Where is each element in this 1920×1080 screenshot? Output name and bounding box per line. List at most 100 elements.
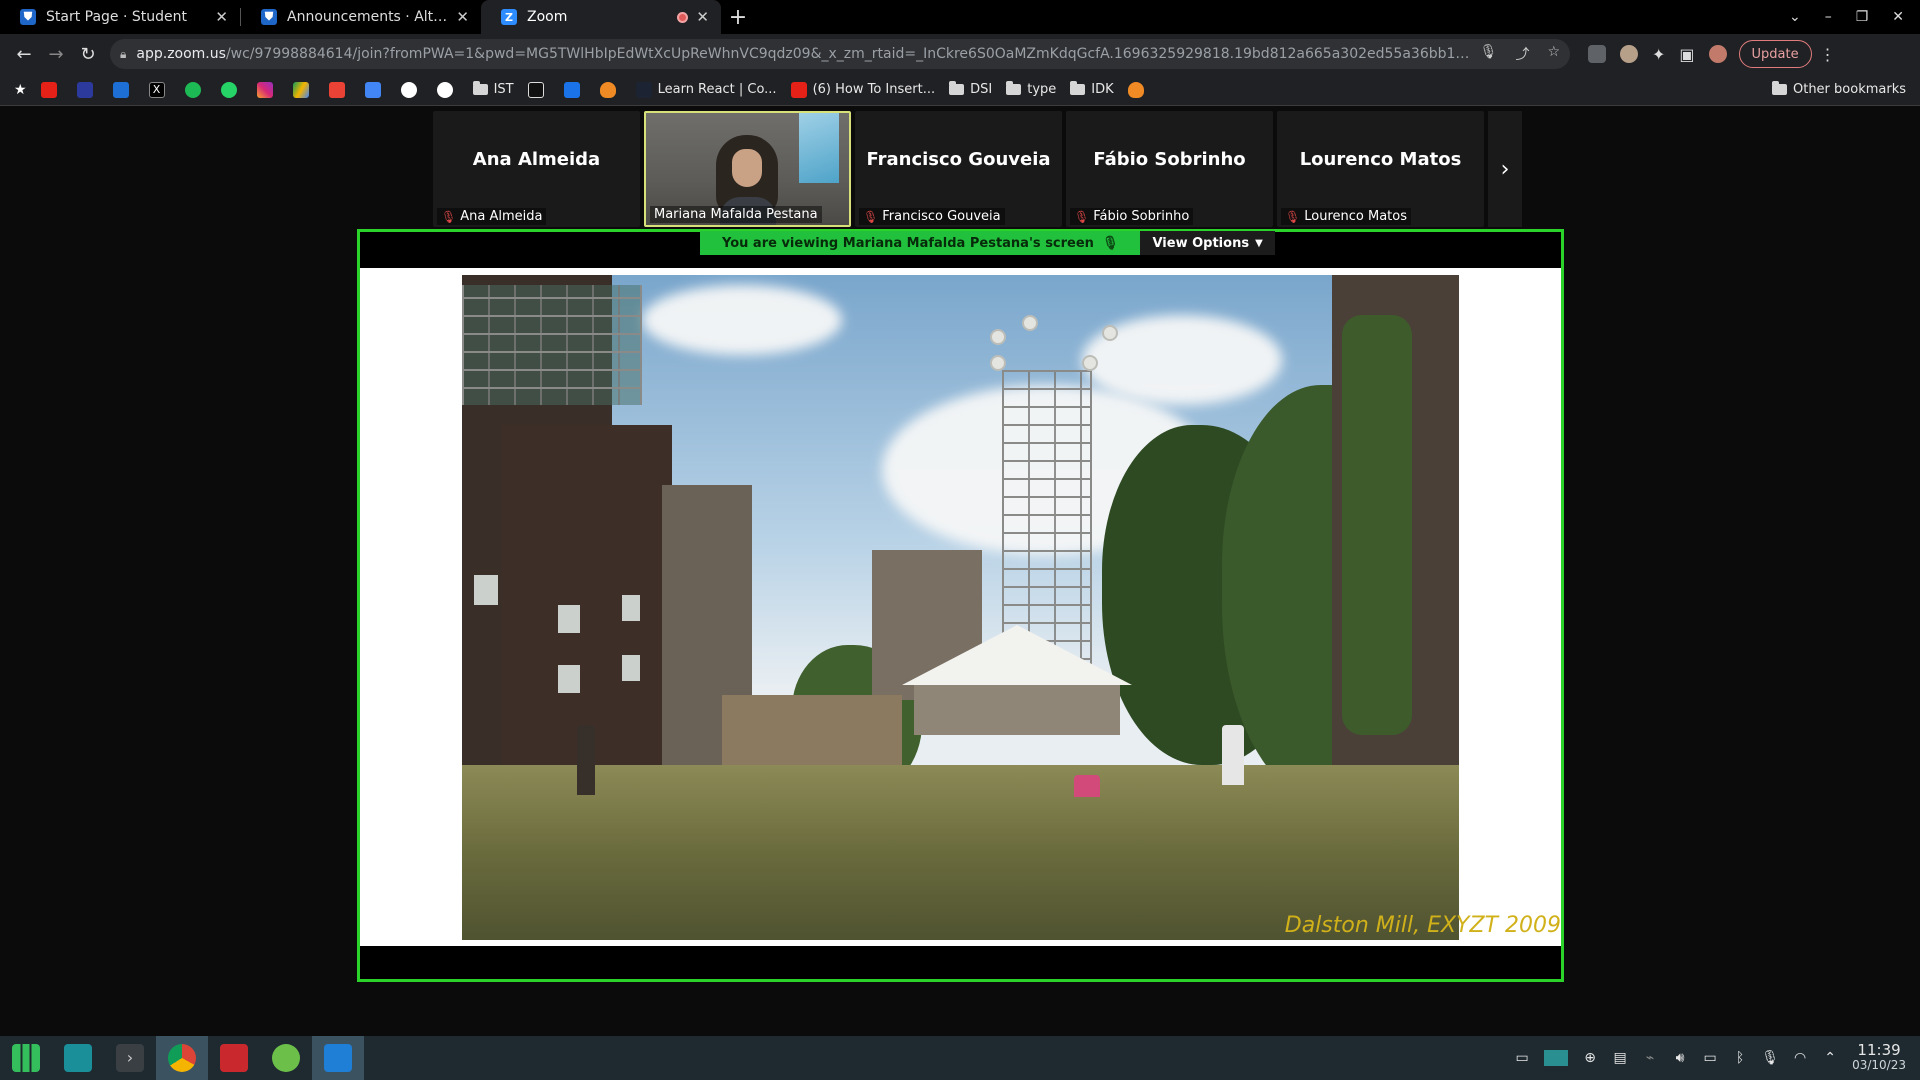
bookmark-translate[interactable] bbox=[364, 81, 387, 98]
bookmark-whatsapp[interactable] bbox=[220, 81, 243, 98]
bookmark-youtube[interactable] bbox=[40, 81, 63, 98]
extension-icon[interactable] bbox=[1620, 45, 1638, 63]
slide-caption: Dalston Mill, EXYZT 2009 bbox=[1284, 913, 1561, 938]
menu-kebab-icon[interactable]: ⋮ bbox=[1820, 45, 1836, 64]
screen-share-banner: You are viewing Mariana Mafalda Pestana'… bbox=[700, 231, 1275, 255]
lock-icon[interactable]: 🔒︎ bbox=[120, 47, 126, 62]
tab-zoom[interactable]: Z Zoom ✕ bbox=[481, 0, 721, 34]
bookmark-star-icon[interactable]: ☆ bbox=[1547, 44, 1560, 64]
address-bar[interactable]: 🔒︎ app.zoom.us/wc/97998884614/join?fromP… bbox=[110, 39, 1570, 69]
media-app-button[interactable] bbox=[208, 1036, 260, 1080]
app-icon bbox=[76, 81, 93, 98]
participant-tile[interactable]: Fábio Sobrinho 🎙︎ Fábio Sobrinho bbox=[1066, 111, 1273, 227]
tab-search-chevron-icon[interactable]: ⌄ bbox=[1789, 9, 1801, 25]
participant-tile[interactable]: Lourenco Matos 🎙︎ Lourenco Matos bbox=[1277, 111, 1484, 227]
side-panel-icon[interactable]: ▣ bbox=[1679, 45, 1694, 64]
participant-gallery-strip: Ana Almeida 🎙︎ Ana Almeida Mariana Mafald… bbox=[433, 111, 1522, 227]
share-icon[interactable]: ⤴ bbox=[1515, 44, 1529, 64]
avatar[interactable] bbox=[1708, 45, 1727, 63]
close-window-icon[interactable]: ✕ bbox=[1892, 9, 1904, 25]
bookmark-app[interactable] bbox=[527, 81, 550, 98]
participant-tile-active-speaker[interactable]: Mariana Mafalda Pestana bbox=[644, 111, 851, 227]
youtube-icon bbox=[790, 81, 807, 98]
forward-icon[interactable]: → bbox=[40, 38, 72, 70]
minimize-icon[interactable]: – bbox=[1825, 9, 1832, 25]
bookmark-drive[interactable] bbox=[292, 81, 315, 98]
next-page-button[interactable]: › bbox=[1488, 111, 1522, 227]
close-icon[interactable]: ✕ bbox=[456, 8, 469, 26]
app-icon bbox=[563, 81, 580, 98]
update-button[interactable]: Update bbox=[1738, 40, 1812, 68]
participant-label: 🎙︎ Fábio Sobrinho bbox=[1070, 208, 1194, 225]
os-taskbar: › ▭ ⊕ ▤ ⌁ 🔊︎ ▭ ᛒ 🎙︎ ◠ ⌃ 11:39 03/10/23 bbox=[0, 1036, 1920, 1080]
bookmark-flame[interactable] bbox=[1127, 81, 1150, 98]
ulisboa-shield-icon: ⛊ bbox=[261, 9, 277, 25]
bookmark-label: (6) How To Insert... bbox=[812, 82, 936, 97]
volume-icon[interactable]: 🔊︎ bbox=[1672, 1050, 1688, 1066]
bookmark-star[interactable]: ★ bbox=[14, 82, 27, 98]
bookmark-flame[interactable] bbox=[599, 81, 622, 98]
view-options-button[interactable]: View Options ▼ bbox=[1140, 231, 1275, 255]
tab-title: Start Page · Student bbox=[46, 9, 188, 25]
vscode-button[interactable] bbox=[312, 1036, 364, 1080]
bookmark-github[interactable] bbox=[436, 81, 459, 98]
battery-icon[interactable]: ▭ bbox=[1702, 1050, 1718, 1066]
puzzle-icon[interactable]: ✦ bbox=[1652, 45, 1665, 64]
updates-icon[interactable]: ⊕ bbox=[1582, 1050, 1598, 1066]
terminal-button[interactable]: › bbox=[104, 1036, 156, 1080]
participant-name-large: Francisco Gouveia bbox=[866, 148, 1051, 170]
bookmark-x[interactable]: X bbox=[148, 81, 171, 98]
reload-icon[interactable]: ↻ bbox=[72, 38, 104, 70]
workspace-pager-icon[interactable] bbox=[1544, 1050, 1569, 1066]
participant-tile[interactable]: Ana Almeida 🎙︎ Ana Almeida bbox=[433, 111, 640, 227]
bookmark-learn-react[interactable]: Learn React | Co... bbox=[635, 81, 777, 98]
extension-icon[interactable] bbox=[1588, 45, 1606, 63]
tray-expand-icon[interactable]: ⌃ bbox=[1822, 1050, 1838, 1066]
manjaro-menu-button[interactable] bbox=[0, 1036, 52, 1080]
microphone-icon[interactable]: 🎙︎ bbox=[1480, 44, 1498, 64]
chevron-down-icon: ▼ bbox=[1255, 237, 1263, 249]
system-tray: ▭ ⊕ ▤ ⌁ 🔊︎ ▭ ᛒ 🎙︎ ◠ ⌃ 11:39 03/10/23 bbox=[1514, 1043, 1920, 1073]
bookmark-folder-idk[interactable]: IDK bbox=[1070, 81, 1114, 97]
photo-scaffold bbox=[462, 285, 642, 405]
show-desktop-icon[interactable]: ▭ bbox=[1514, 1050, 1530, 1066]
omnibox-actions: 🎙︎ ⤴ ☆ bbox=[1480, 44, 1560, 64]
bookmark-folder-ist[interactable]: IST bbox=[472, 81, 514, 97]
clipboard-icon[interactable]: ▤ bbox=[1612, 1050, 1628, 1066]
other-bookmarks[interactable]: Other bookmarks bbox=[1771, 81, 1906, 97]
bookmark-chatgpt[interactable] bbox=[400, 81, 423, 98]
bookmark-app[interactable] bbox=[112, 81, 135, 98]
bookmark-folder-dsi[interactable]: DSI bbox=[949, 81, 992, 97]
bookmark-instagram[interactable] bbox=[256, 81, 279, 98]
window-controls: ⌄ – ❐ ✕ bbox=[1789, 0, 1920, 34]
mic-muted-tray-icon[interactable]: ⌁ bbox=[1642, 1050, 1658, 1066]
system-clock[interactable]: 11:39 03/10/23 bbox=[1852, 1043, 1906, 1073]
participant-tile[interactable]: Francisco Gouveia 🎙︎ Francisco Gouveia bbox=[855, 111, 1062, 227]
back-icon[interactable]: ← bbox=[8, 38, 40, 70]
bookmark-gmail[interactable] bbox=[328, 81, 351, 98]
close-icon[interactable]: ✕ bbox=[696, 8, 709, 26]
bookmark-app[interactable] bbox=[563, 81, 586, 98]
bookmarks-bar: ★ X IST Learn React | Co... (6) How To I… bbox=[0, 74, 1920, 106]
chrome-button[interactable] bbox=[156, 1036, 208, 1080]
file-manager-button[interactable] bbox=[52, 1036, 104, 1080]
download-manager-button[interactable] bbox=[260, 1036, 312, 1080]
bluetooth-icon[interactable]: ᛒ bbox=[1732, 1050, 1748, 1066]
bookmark-spotify[interactable] bbox=[184, 81, 207, 98]
bookmark-app[interactable] bbox=[76, 81, 99, 98]
tab-start-page[interactable]: ⛊ Start Page · Student ✕ bbox=[0, 0, 240, 34]
restore-icon[interactable]: ❐ bbox=[1856, 9, 1869, 25]
app-icon bbox=[112, 81, 129, 98]
gmail-icon bbox=[328, 81, 345, 98]
tab-announcements[interactable]: ⛊ Announcements · Alternative ✕ bbox=[241, 0, 481, 34]
bookmark-folder-type[interactable]: type bbox=[1006, 81, 1056, 97]
browser-tab-strip: ⛊ Start Page · Student ✕ ⛊ Announcements… bbox=[0, 0, 1920, 34]
photo-turbine bbox=[1102, 325, 1118, 341]
bookmark-label: IDK bbox=[1091, 82, 1114, 97]
microphone-tray-icon[interactable]: 🎙︎ bbox=[1761, 1050, 1779, 1066]
wifi-icon[interactable]: ◠ bbox=[1792, 1050, 1808, 1066]
new-tab-button[interactable]: + bbox=[721, 0, 755, 34]
bookmark-youtube-video[interactable]: (6) How To Insert... bbox=[790, 81, 936, 98]
participant-label: Mariana Mafalda Pestana bbox=[650, 206, 822, 223]
close-icon[interactable]: ✕ bbox=[215, 8, 228, 26]
